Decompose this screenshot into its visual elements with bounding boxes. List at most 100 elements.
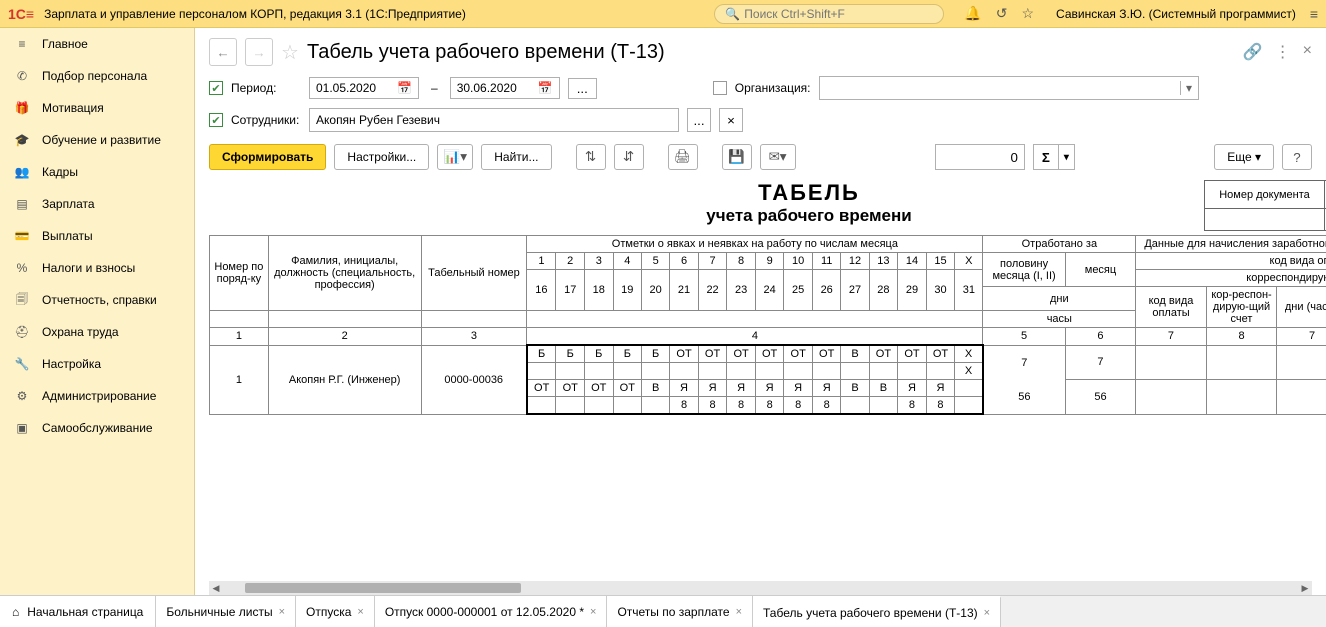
- sidebar-item-self[interactable]: ▣Самообслуживание: [0, 412, 194, 444]
- collapse-button[interactable]: ⇵: [614, 144, 644, 170]
- help-button[interactable]: ?: [1282, 144, 1312, 170]
- tab-label: Табель учета рабочего времени (Т-13): [763, 606, 978, 620]
- calendar-icon[interactable]: 📅: [538, 81, 553, 95]
- history-icon[interactable]: ↺: [996, 5, 1008, 22]
- wrench-icon: 🔧: [14, 356, 30, 372]
- sidebar-item-main[interactable]: ≡Главное: [0, 28, 194, 60]
- cell: [527, 363, 556, 380]
- print-button[interactable]: 🖨: [668, 144, 698, 170]
- cell: 8: [727, 397, 756, 415]
- sidebar-item-recruit[interactable]: ✆Подбор персонала: [0, 60, 194, 92]
- org-checkbox[interactable]: [713, 81, 727, 95]
- date-to-input[interactable]: 30.06.2020📅: [450, 77, 560, 99]
- org-field[interactable]: ▾: [819, 76, 1199, 100]
- menu-icon[interactable]: ≡: [1310, 6, 1318, 22]
- cell: [841, 363, 869, 380]
- expand-button[interactable]: ⇅: [576, 144, 606, 170]
- sidebar-item-motivation[interactable]: 🎁Мотивация: [0, 92, 194, 124]
- emp-select-button[interactable]: ...: [687, 108, 711, 132]
- close-icon[interactable]: ×: [590, 606, 596, 618]
- hdr-day: 13: [869, 253, 898, 270]
- period-select-button[interactable]: ...: [568, 78, 597, 99]
- hdr-day: 24: [755, 270, 784, 311]
- cell: [642, 397, 670, 415]
- close-icon[interactable]: ×: [1303, 42, 1312, 62]
- nav-forward-button[interactable]: →: [245, 38, 273, 66]
- close-icon[interactable]: ×: [736, 606, 742, 618]
- emp-clear-button[interactable]: ×: [719, 108, 743, 132]
- home-tab[interactable]: ⌂ Начальная страница: [0, 596, 156, 627]
- scroll-left-icon[interactable]: ◀: [209, 581, 223, 595]
- link-icon[interactable]: 🔗: [1243, 42, 1263, 62]
- bell-icon[interactable]: 🔔: [964, 5, 981, 22]
- period-checkbox[interactable]: ✔: [209, 81, 223, 95]
- close-icon[interactable]: ×: [357, 606, 363, 618]
- cell: ОТ: [812, 345, 841, 363]
- close-icon[interactable]: ×: [984, 607, 990, 619]
- sidebar-item-hr[interactable]: 👥Кадры: [0, 156, 194, 188]
- horizontal-scrollbar[interactable]: ◀ ▶: [209, 581, 1312, 595]
- search-input[interactable]: [744, 7, 933, 21]
- graduation-icon: 🎓: [14, 132, 30, 148]
- tab-vacations[interactable]: Отпуска×: [296, 596, 375, 627]
- tab-timesheet[interactable]: Табель учета рабочего времени (Т-13) ×: [753, 596, 1001, 627]
- sidebar-item-admin[interactable]: ⚙Администрирование: [0, 380, 194, 412]
- favorite-button[interactable]: ☆: [281, 40, 299, 65]
- emp-value: Акопян Рубен Гезевич: [316, 113, 440, 127]
- emp-checkbox[interactable]: ✔: [209, 113, 223, 127]
- hdr-day: 10: [784, 253, 813, 270]
- more-icon[interactable]: ⋮: [1275, 42, 1291, 62]
- doc-num-header: Номер документа: [1205, 181, 1325, 209]
- save-button[interactable]: 💾: [722, 144, 752, 170]
- logo-1c: 1C≡: [8, 6, 34, 22]
- header-actions: 🔔 ↺ ☆ Савинская З.Ю. (Системный программ…: [964, 5, 1318, 22]
- home-label: Начальная страница: [27, 605, 143, 619]
- settings-button[interactable]: Настройки...: [334, 144, 429, 170]
- sidebar-item-safety[interactable]: ⛑Охрана труда: [0, 316, 194, 348]
- report-area[interactable]: ТАБЕЛЬ учета рабочего времени Номер доку…: [195, 180, 1326, 581]
- sigma-drop-button[interactable]: ▾: [1059, 144, 1075, 170]
- more-button[interactable]: Еще ▾: [1214, 144, 1274, 170]
- hdr-day: 1: [527, 253, 556, 270]
- find-button[interactable]: Найти...: [481, 144, 551, 170]
- tab-sick[interactable]: Больничные листы×: [156, 596, 296, 627]
- sidebar-item-taxes[interactable]: %Налоги и взносы: [0, 252, 194, 284]
- cell: [642, 363, 670, 380]
- star-icon[interactable]: ☆: [1021, 5, 1034, 22]
- tab-vacation-doc[interactable]: Отпуск 0000-000001 от 12.05.2020 *×: [375, 596, 608, 627]
- calendar-icon[interactable]: 📅: [397, 81, 412, 95]
- scroll-thumb[interactable]: [245, 583, 521, 593]
- timesheet-table: Номер по поряд-ку Фамилия, инициалы, дол…: [209, 235, 1326, 415]
- search-icon: 🔍: [725, 7, 740, 21]
- row-fio: Акопян Р.Г. (Инженер): [268, 345, 421, 414]
- sidebar-item-payments[interactable]: 💳Выплаты: [0, 220, 194, 252]
- sidebar-item-salary[interactable]: ▤Зарплата: [0, 188, 194, 220]
- sidebar-item-training[interactable]: 🎓Обучение и развитие: [0, 124, 194, 156]
- org-input[interactable]: [820, 81, 1180, 96]
- email-button[interactable]: ✉▾: [760, 144, 796, 170]
- hdr-day: 21: [670, 270, 699, 311]
- sidebar-item-settings[interactable]: 🔧Настройка: [0, 348, 194, 380]
- sidebar-item-reports[interactable]: 🗐Отчетность, справки: [0, 284, 194, 316]
- global-search[interactable]: 🔍: [714, 4, 944, 24]
- scroll-right-icon[interactable]: ▶: [1298, 581, 1312, 595]
- nav-back-button[interactable]: ←: [209, 38, 237, 66]
- date-from-input[interactable]: 01.05.2020📅: [309, 77, 419, 99]
- menu-icon: ≡: [14, 36, 30, 52]
- report-variant-button[interactable]: 📊▾: [437, 144, 473, 170]
- col-num: 7: [1277, 328, 1326, 346]
- people-icon: 👥: [14, 164, 30, 180]
- cell: Я: [898, 380, 927, 397]
- sidebar-label: Налоги и взносы: [42, 261, 135, 275]
- close-icon[interactable]: ×: [279, 606, 285, 618]
- sum-input[interactable]: [935, 144, 1025, 170]
- toolbar: Сформировать Настройки... 📊▾ Найти... ⇅ …: [195, 140, 1326, 180]
- cell: 8: [898, 397, 927, 415]
- chevron-down-icon[interactable]: ▾: [1180, 81, 1198, 95]
- hdr-day: 12: [841, 253, 869, 270]
- sigma-button[interactable]: Σ: [1033, 144, 1059, 170]
- user-name[interactable]: Савинская З.Ю. (Системный программист): [1056, 7, 1296, 21]
- emp-field[interactable]: Акопян Рубен Гезевич: [309, 108, 679, 132]
- tab-salary-reports[interactable]: Отчеты по зарплате×: [607, 596, 753, 627]
- form-button[interactable]: Сформировать: [209, 144, 326, 170]
